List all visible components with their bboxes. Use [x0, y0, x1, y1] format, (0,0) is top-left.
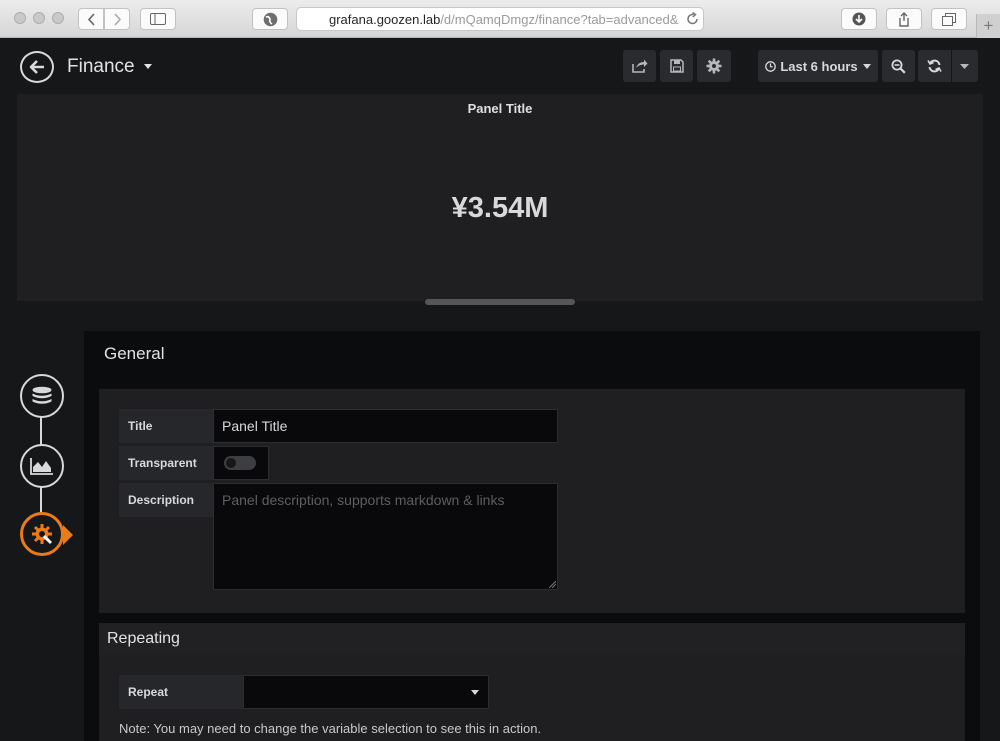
general-heading: General — [104, 344, 165, 363]
caret-down-icon — [862, 63, 871, 69]
title-input[interactable]: Panel Title — [213, 409, 558, 443]
reload-icon[interactable] — [686, 12, 699, 26]
database-icon — [32, 386, 52, 404]
repeating-header: Repeating — [99, 623, 965, 655]
select-caret-icon — [471, 690, 479, 695]
dashboard-settings-button[interactable] — [697, 50, 731, 82]
zoom-window-button[interactable] — [52, 12, 64, 24]
panel-resize-handle[interactable] — [425, 299, 575, 305]
visualization-step[interactable] — [20, 444, 64, 488]
share-dashboard-button[interactable] — [623, 50, 656, 82]
refresh-button[interactable] — [918, 50, 978, 82]
chevron-left-icon — [87, 12, 95, 26]
downloads-button[interactable] — [841, 8, 877, 30]
panel-editor: General Title Panel Title Transparent De… — [84, 331, 980, 741]
minimize-window-button[interactable] — [33, 12, 45, 24]
general-step-active[interactable] — [20, 512, 64, 556]
queries-step[interactable] — [20, 374, 64, 418]
save-dashboard-button[interactable] — [660, 50, 693, 82]
clock-icon — [765, 60, 777, 72]
caret-down-icon — [143, 64, 152, 70]
description-label: Description — [119, 483, 213, 517]
download-icon — [852, 12, 866, 26]
panel-preview: Panel Title ¥3.54M — [17, 94, 983, 301]
zoom-out-button[interactable] — [882, 50, 915, 82]
address-bar[interactable]: grafana.goozen.lab/d/mQamqDmgz/finance?t… — [296, 7, 704, 31]
repeat-note: Note: You may need to change the variabl… — [119, 721, 542, 736]
browser-back-button[interactable] — [78, 8, 104, 30]
url-host: grafana.goozen.lab — [329, 11, 441, 27]
resize-grip-icon[interactable] — [549, 581, 556, 588]
switch-knob — [226, 458, 236, 468]
tabs-overview-button[interactable] — [931, 8, 967, 30]
globe-icon — [263, 12, 277, 26]
transparent-switch[interactable] — [213, 446, 269, 480]
repeating-heading: Repeating — [107, 630, 180, 647]
zoom-out-icon — [891, 59, 906, 74]
close-window-button[interactable] — [14, 12, 26, 24]
time-range-label: Last 6 hours — [780, 58, 858, 74]
general-options-group: Title Panel Title Transparent Descriptio… — [99, 389, 965, 613]
panel-title[interactable]: Panel Title — [17, 101, 983, 116]
tabs-icon — [942, 12, 956, 26]
share-icon — [899, 11, 909, 27]
repeating-options-group: Repeat Note: You may need to change the … — [99, 655, 965, 741]
dashboard-navbar: Finance Last 6 hours — [0, 38, 1000, 94]
share-page-button[interactable] — [886, 8, 922, 30]
sidebar-icon — [150, 13, 166, 25]
new-tab-button[interactable]: + — [976, 14, 1000, 38]
back-arrow-icon — [29, 60, 44, 74]
description-textarea[interactable]: Panel description, supports markdown & l… — [213, 483, 558, 590]
save-icon — [669, 59, 684, 73]
chevron-right-icon — [113, 12, 121, 26]
area-chart-icon — [30, 458, 53, 475]
back-button[interactable] — [20, 51, 54, 83]
browser-forward-button[interactable] — [104, 8, 130, 30]
transparent-label: Transparent — [119, 446, 213, 480]
refresh-interval-caret-icon[interactable] — [960, 64, 969, 69]
title-label: Title — [119, 409, 213, 443]
active-step-pointer-icon — [63, 525, 73, 545]
button-divider — [951, 50, 952, 82]
settings-wrench-icon — [32, 524, 53, 545]
refresh-icon — [927, 59, 942, 73]
time-range-picker[interactable]: Last 6 hours — [758, 50, 878, 82]
switch-track — [224, 456, 256, 470]
dashboard-title-picker[interactable]: Finance — [67, 56, 152, 78]
site-settings-button[interactable] — [252, 8, 288, 30]
browser-toolbar: grafana.goozen.lab/d/mQamqDmgz/finance?t… — [0, 0, 1000, 38]
share-icon — [631, 59, 647, 73]
sidebar-toggle-button[interactable] — [140, 8, 176, 30]
gear-icon — [706, 58, 722, 74]
singlestat-value: ¥3.54M — [451, 192, 549, 224]
repeat-select[interactable] — [243, 675, 489, 709]
url-path: /d/mQamqDmgz/finance?tab=advanced& — [440, 11, 679, 27]
dashboard-title: Finance — [67, 56, 135, 77]
repeat-label: Repeat — [119, 675, 243, 709]
